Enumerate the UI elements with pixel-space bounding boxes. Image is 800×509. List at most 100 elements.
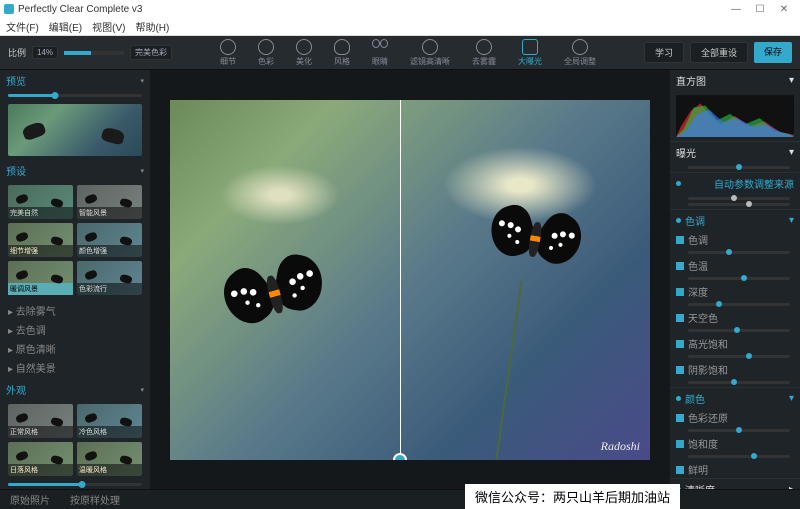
tone-slider[interactable] [688, 277, 790, 280]
fit-button[interactable]: 完美色彩 [130, 45, 172, 60]
preset-caption: 智能风景 [77, 207, 142, 219]
auto-params-header[interactable]: 自动参数调整来源 [670, 173, 800, 194]
face-icon [296, 39, 312, 55]
checkbox[interactable] [676, 414, 684, 422]
checkbox[interactable] [676, 440, 684, 448]
tool-face[interactable]: 美化 [296, 39, 312, 67]
tool-palette[interactable]: 色彩 [258, 39, 274, 67]
vivid-checkbox-row[interactable]: 鲜明 [670, 461, 800, 478]
look-caption: 正常风格 [8, 426, 73, 438]
slider-row: 色彩还原 [670, 409, 800, 426]
slider-row: 阴影饱和 [670, 361, 800, 378]
look-thumb[interactable]: 温暖风格 [77, 442, 142, 476]
preset-item[interactable]: ▸ 原色清晰 [8, 339, 142, 358]
reset-all-button[interactable]: 全部重设 [690, 42, 748, 63]
compare-splitter[interactable] [400, 100, 401, 460]
preview-slider[interactable] [8, 94, 142, 97]
preset-item[interactable]: ▸ 去除雾气 [8, 301, 142, 320]
status-original: 原始照片 [10, 492, 50, 507]
exposure-slider[interactable] [688, 166, 790, 169]
look-thumb[interactable]: 日落风格 [8, 442, 73, 476]
tone-slider[interactable] [688, 355, 790, 358]
histogram-header[interactable]: 直方图▾ [670, 70, 800, 91]
equalizer-icon [422, 39, 438, 55]
tool-cloud[interactable]: 风格 [334, 39, 350, 67]
title-bar: Perfectly Clear Complete v3 — ☐ ✕ [0, 0, 800, 18]
slider-row: 色温 [670, 257, 800, 274]
clarity-header[interactable]: 清晰度▸ [670, 479, 800, 489]
menu-view[interactable]: 视图(V) [92, 19, 125, 34]
preview-header[interactable]: 预览▾ [0, 70, 150, 91]
looks-slider[interactable] [8, 483, 142, 486]
save-button[interactable]: 保存 [754, 42, 792, 63]
tool-frame[interactable]: 大曝光 [518, 39, 542, 67]
preset-item[interactable]: ▸ 自然美景 [8, 358, 142, 377]
tool-equalizer[interactable]: 滤镜高清晰 [410, 39, 450, 67]
tool-label: 大曝光 [518, 56, 542, 67]
tool-label: 滤镜高清晰 [410, 56, 450, 67]
preset-caption: 色彩流行 [77, 283, 142, 295]
color-slider[interactable] [688, 429, 790, 432]
right-panel: 直方图▾ 曝光▾ 自动参数调整来源 色调▾ 色调色温深度天空色高光饱和阴影饱和 … [670, 70, 800, 489]
looks-header[interactable]: 外观▾ [0, 379, 150, 400]
preset-item[interactable]: ▸ 去色调 [8, 320, 142, 339]
tool-label: 眼睛 [372, 56, 388, 67]
tool-eyes[interactable]: 眼睛 [372, 39, 388, 67]
checkbox[interactable] [676, 366, 684, 374]
auto-slider-1[interactable] [688, 197, 790, 200]
look-thumb[interactable]: 正常风格 [8, 404, 73, 438]
tone-header[interactable]: 色调▾ [670, 210, 800, 231]
menu-edit[interactable]: 编辑(E) [49, 19, 82, 34]
look-thumb[interactable]: 冷色风格 [77, 404, 142, 438]
slider-label: 深度 [688, 284, 708, 299]
slider-row: 天空色 [670, 309, 800, 326]
menu-help[interactable]: 帮助(H) [135, 19, 169, 34]
tool-label: 色彩 [258, 56, 274, 67]
maximize-button[interactable]: ☐ [748, 4, 772, 15]
tone-slider[interactable] [688, 251, 790, 254]
checkbox[interactable] [676, 340, 684, 348]
tool-label: 美化 [296, 56, 312, 67]
menu-file[interactable]: 文件(F) [6, 19, 39, 34]
close-button[interactable]: ✕ [772, 4, 796, 15]
preset-thumb[interactable]: 细节增强 [8, 223, 73, 257]
tool-globe[interactable]: 全局调整 [564, 39, 596, 67]
cloud-icon [334, 39, 350, 55]
tool-label: 风格 [334, 56, 350, 67]
tone-slider[interactable] [688, 381, 790, 384]
eyes-icon [372, 39, 388, 55]
checkbox[interactable] [676, 262, 684, 270]
tone-slider[interactable] [688, 329, 790, 332]
preset-thumb[interactable]: 色彩流行 [77, 261, 142, 295]
zoom-slider[interactable] [64, 51, 124, 55]
zoom-value[interactable]: 14% [32, 46, 58, 59]
checkbox[interactable] [676, 288, 684, 296]
slider-row: 高光饱和 [670, 335, 800, 352]
preview-image[interactable]: Radoshi [170, 100, 650, 460]
checkbox[interactable] [676, 314, 684, 322]
tool-wave[interactable]: 去雾霾 [472, 39, 496, 67]
slider-label: 高光饱和 [688, 336, 728, 351]
minimize-button[interactable]: — [724, 4, 748, 15]
slider-row: 深度 [670, 283, 800, 300]
canvas-area: Radoshi [150, 70, 670, 489]
preset-thumb[interactable]: 智能风景 [77, 185, 142, 219]
quill-icon [220, 39, 236, 55]
tone-slider[interactable] [688, 303, 790, 306]
auto-slider-2[interactable] [688, 203, 790, 206]
preset-caption: 完美自然 [8, 207, 73, 219]
learn-button[interactable]: 学习 [644, 42, 684, 63]
preview-thumbnail [8, 104, 142, 157]
exposure-header[interactable]: 曝光▾ [670, 142, 800, 163]
color-header[interactable]: 颜色▾ [670, 388, 800, 409]
wave-icon [476, 39, 492, 55]
preset-thumb[interactable]: 暖调风景 [8, 261, 73, 295]
splitter-handle-icon[interactable] [393, 453, 407, 460]
preset-thumb[interactable]: 颜色增强 [77, 223, 142, 257]
presets-header[interactable]: 预设▾ [0, 160, 150, 181]
checkbox[interactable] [676, 236, 684, 244]
preset-thumb[interactable]: 完美自然 [8, 185, 73, 219]
tool-quill[interactable]: 细节 [220, 39, 236, 67]
slider-row: 色调 [670, 231, 800, 248]
color-slider[interactable] [688, 455, 790, 458]
